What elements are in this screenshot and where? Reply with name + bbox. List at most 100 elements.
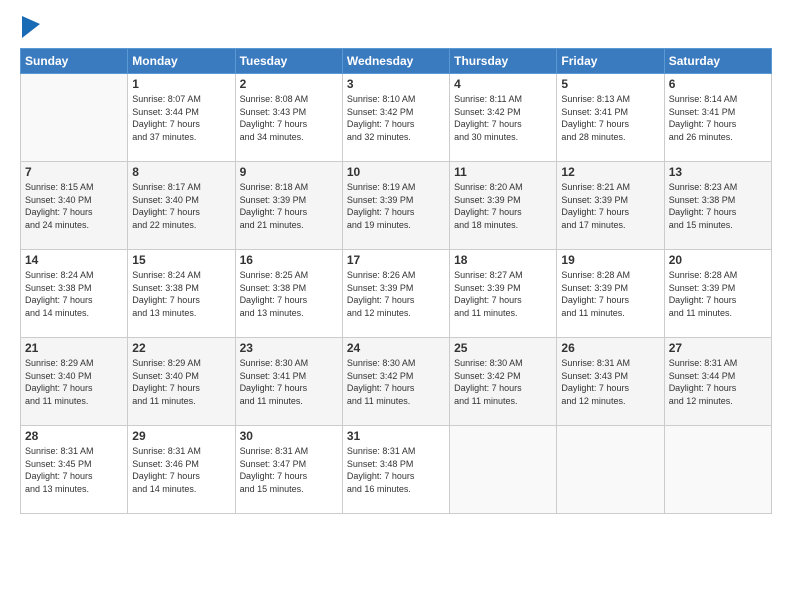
day-number: 15 xyxy=(132,253,230,267)
day-number: 14 xyxy=(25,253,123,267)
day-number: 25 xyxy=(454,341,552,355)
cell-info: Sunrise: 8:08 AM Sunset: 3:43 PM Dayligh… xyxy=(240,93,338,143)
weekday-header-saturday: Saturday xyxy=(664,49,771,74)
calendar-cell: 19 Sunrise: 8:28 AM Sunset: 3:39 PM Dayli… xyxy=(557,250,664,338)
calendar-week-row: 7 Sunrise: 8:15 AM Sunset: 3:40 PM Daylig… xyxy=(21,162,772,250)
calendar-cell: 16Sunrise: 8:25 AM Sunset: 3:38 PM Dayli… xyxy=(235,250,342,338)
calendar-cell: 30 Sunrise: 8:31 AM Sunset: 3:47 PM Dayli… xyxy=(235,426,342,514)
cell-info: Sunrise: 8:31 AM Sunset: 3:47 PM Dayligh… xyxy=(240,445,338,495)
page: SundayMondayTuesdayWednesdayThursdayFrid… xyxy=(0,0,792,612)
calendar-cell: 1 Sunrise: 8:07 AM Sunset: 3:44 PM Daylig… xyxy=(128,74,235,162)
calendar-cell xyxy=(21,74,128,162)
day-number: 26 xyxy=(561,341,659,355)
cell-info: Sunrise: 8:17 AM Sunset: 3:40 PM Dayligh… xyxy=(132,181,230,231)
calendar-week-row: 28 Sunrise: 8:31 AM Sunset: 3:45 PM Dayli… xyxy=(21,426,772,514)
day-number: 31 xyxy=(347,429,445,443)
day-number: 24 xyxy=(347,341,445,355)
cell-info: Sunrise: 8:31 AM Sunset: 3:43 PM Dayligh… xyxy=(561,357,659,407)
day-number: 1 xyxy=(132,77,230,91)
cell-info: Sunrise: 8:24 AM Sunset: 3:38 PM Dayligh… xyxy=(132,269,230,319)
day-number: 3 xyxy=(347,77,445,91)
calendar-cell: 17 Sunrise: 8:26 AM Sunset: 3:39 PM Dayli… xyxy=(342,250,449,338)
header xyxy=(20,16,772,38)
weekday-header-row: SundayMondayTuesdayWednesdayThursdayFrid… xyxy=(21,49,772,74)
cell-info: Sunrise: 8:28 AM Sunset: 3:39 PM Dayligh… xyxy=(561,269,659,319)
calendar-cell: 14Sunrise: 8:24 AM Sunset: 3:38 PM Dayli… xyxy=(21,250,128,338)
weekday-header-sunday: Sunday xyxy=(21,49,128,74)
calendar-cell xyxy=(450,426,557,514)
day-number: 6 xyxy=(669,77,767,91)
calendar-week-row: 14 Sunrise: 8:24 AM Sunset: 3:38 PM Dayli… xyxy=(21,250,772,338)
day-number: 23 xyxy=(240,341,338,355)
cell-info: Sunrise: 8:30 AM Sunset: 3:42 PM Dayligh… xyxy=(347,357,445,407)
calendar: SundayMondayTuesdayWednesdayThursdayFrid… xyxy=(20,48,772,514)
logo xyxy=(20,16,40,38)
cell-info: Sunrise: 8:15 AM Sunset: 3:40 PM Dayligh… xyxy=(25,181,123,231)
cell-info: Sunrise: 8:28 AM Sunset: 3:39 PM Dayligh… xyxy=(669,269,767,319)
weekday-header-friday: Friday xyxy=(557,49,664,74)
calendar-cell: 8 Sunrise: 8:17 AM Sunset: 3:40 PM Daylig… xyxy=(128,162,235,250)
weekday-header-tuesday: Tuesday xyxy=(235,49,342,74)
cell-info: Sunrise: 8:27 AM Sunset: 3:39 PM Dayligh… xyxy=(454,269,552,319)
calendar-cell: 7 Sunrise: 8:15 AM Sunset: 3:40 PM Daylig… xyxy=(21,162,128,250)
cell-info: Sunrise: 8:31 AM Sunset: 3:44 PM Dayligh… xyxy=(669,357,767,407)
cell-info: Sunrise: 8:13 AM Sunset: 3:41 PM Dayligh… xyxy=(561,93,659,143)
day-number: 30 xyxy=(240,429,338,443)
calendar-cell: 25Sunrise: 8:30 AM Sunset: 3:42 PM Dayli… xyxy=(450,338,557,426)
calendar-cell: 21Sunrise: 8:29 AM Sunset: 3:40 PM Dayli… xyxy=(21,338,128,426)
weekday-header-thursday: Thursday xyxy=(450,49,557,74)
cell-info: Sunrise: 8:10 AM Sunset: 3:42 PM Dayligh… xyxy=(347,93,445,143)
day-number: 29 xyxy=(132,429,230,443)
day-number: 8 xyxy=(132,165,230,179)
logo-icon xyxy=(22,16,40,38)
calendar-cell: 29 Sunrise: 8:31 AM Sunset: 3:46 PM Dayli… xyxy=(128,426,235,514)
cell-info: Sunrise: 8:29 AM Sunset: 3:40 PM Dayligh… xyxy=(132,357,230,407)
calendar-cell: 9Sunrise: 8:18 AM Sunset: 3:39 PM Daylig… xyxy=(235,162,342,250)
day-number: 19 xyxy=(561,253,659,267)
calendar-week-row: 21Sunrise: 8:29 AM Sunset: 3:40 PM Dayli… xyxy=(21,338,772,426)
cell-info: Sunrise: 8:26 AM Sunset: 3:39 PM Dayligh… xyxy=(347,269,445,319)
day-number: 20 xyxy=(669,253,767,267)
calendar-cell: 2 Sunrise: 8:08 AM Sunset: 3:43 PM Daylig… xyxy=(235,74,342,162)
cell-info: Sunrise: 8:19 AM Sunset: 3:39 PM Dayligh… xyxy=(347,181,445,231)
calendar-cell: 24 Sunrise: 8:30 AM Sunset: 3:42 PM Dayli… xyxy=(342,338,449,426)
day-number: 10 xyxy=(347,165,445,179)
day-number: 2 xyxy=(240,77,338,91)
day-number: 22 xyxy=(132,341,230,355)
cell-info: Sunrise: 8:31 AM Sunset: 3:45 PM Dayligh… xyxy=(25,445,123,495)
day-number: 18 xyxy=(454,253,552,267)
day-number: 7 xyxy=(25,165,123,179)
day-number: 9 xyxy=(240,165,338,179)
calendar-cell: 31 Sunrise: 8:31 AM Sunset: 3:48 PM Dayli… xyxy=(342,426,449,514)
calendar-cell: 4Sunrise: 8:11 AM Sunset: 3:42 PM Daylig… xyxy=(450,74,557,162)
cell-info: Sunrise: 8:14 AM Sunset: 3:41 PM Dayligh… xyxy=(669,93,767,143)
calendar-cell: 6 Sunrise: 8:14 AM Sunset: 3:41 PM Daylig… xyxy=(664,74,771,162)
day-number: 5 xyxy=(561,77,659,91)
day-number: 16 xyxy=(240,253,338,267)
day-number: 17 xyxy=(347,253,445,267)
calendar-cell: 18 Sunrise: 8:27 AM Sunset: 3:39 PM Dayli… xyxy=(450,250,557,338)
day-number: 28 xyxy=(25,429,123,443)
calendar-cell: 27Sunrise: 8:31 AM Sunset: 3:44 PM Dayli… xyxy=(664,338,771,426)
calendar-cell: 13 Sunrise: 8:23 AM Sunset: 3:38 PM Dayli… xyxy=(664,162,771,250)
cell-info: Sunrise: 8:23 AM Sunset: 3:38 PM Dayligh… xyxy=(669,181,767,231)
calendar-week-row: 1 Sunrise: 8:07 AM Sunset: 3:44 PM Daylig… xyxy=(21,74,772,162)
weekday-header-wednesday: Wednesday xyxy=(342,49,449,74)
cell-info: Sunrise: 8:31 AM Sunset: 3:48 PM Dayligh… xyxy=(347,445,445,495)
calendar-cell: 12Sunrise: 8:21 AM Sunset: 3:39 PM Dayli… xyxy=(557,162,664,250)
calendar-cell: 11 Sunrise: 8:20 AM Sunset: 3:39 PM Dayli… xyxy=(450,162,557,250)
calendar-cell: 26 Sunrise: 8:31 AM Sunset: 3:43 PM Dayli… xyxy=(557,338,664,426)
calendar-cell: 15 Sunrise: 8:24 AM Sunset: 3:38 PM Dayli… xyxy=(128,250,235,338)
cell-info: Sunrise: 8:07 AM Sunset: 3:44 PM Dayligh… xyxy=(132,93,230,143)
calendar-cell: 5 Sunrise: 8:13 AM Sunset: 3:41 PM Daylig… xyxy=(557,74,664,162)
calendar-cell: 23 Sunrise: 8:30 AM Sunset: 3:41 PM Dayli… xyxy=(235,338,342,426)
cell-info: Sunrise: 8:30 AM Sunset: 3:41 PM Dayligh… xyxy=(240,357,338,407)
cell-info: Sunrise: 8:20 AM Sunset: 3:39 PM Dayligh… xyxy=(454,181,552,231)
cell-info: Sunrise: 8:11 AM Sunset: 3:42 PM Dayligh… xyxy=(454,93,552,143)
day-number: 11 xyxy=(454,165,552,179)
calendar-cell: 28 Sunrise: 8:31 AM Sunset: 3:45 PM Dayli… xyxy=(21,426,128,514)
cell-info: Sunrise: 8:31 AM Sunset: 3:46 PM Dayligh… xyxy=(132,445,230,495)
day-number: 12 xyxy=(561,165,659,179)
calendar-cell xyxy=(557,426,664,514)
day-number: 13 xyxy=(669,165,767,179)
